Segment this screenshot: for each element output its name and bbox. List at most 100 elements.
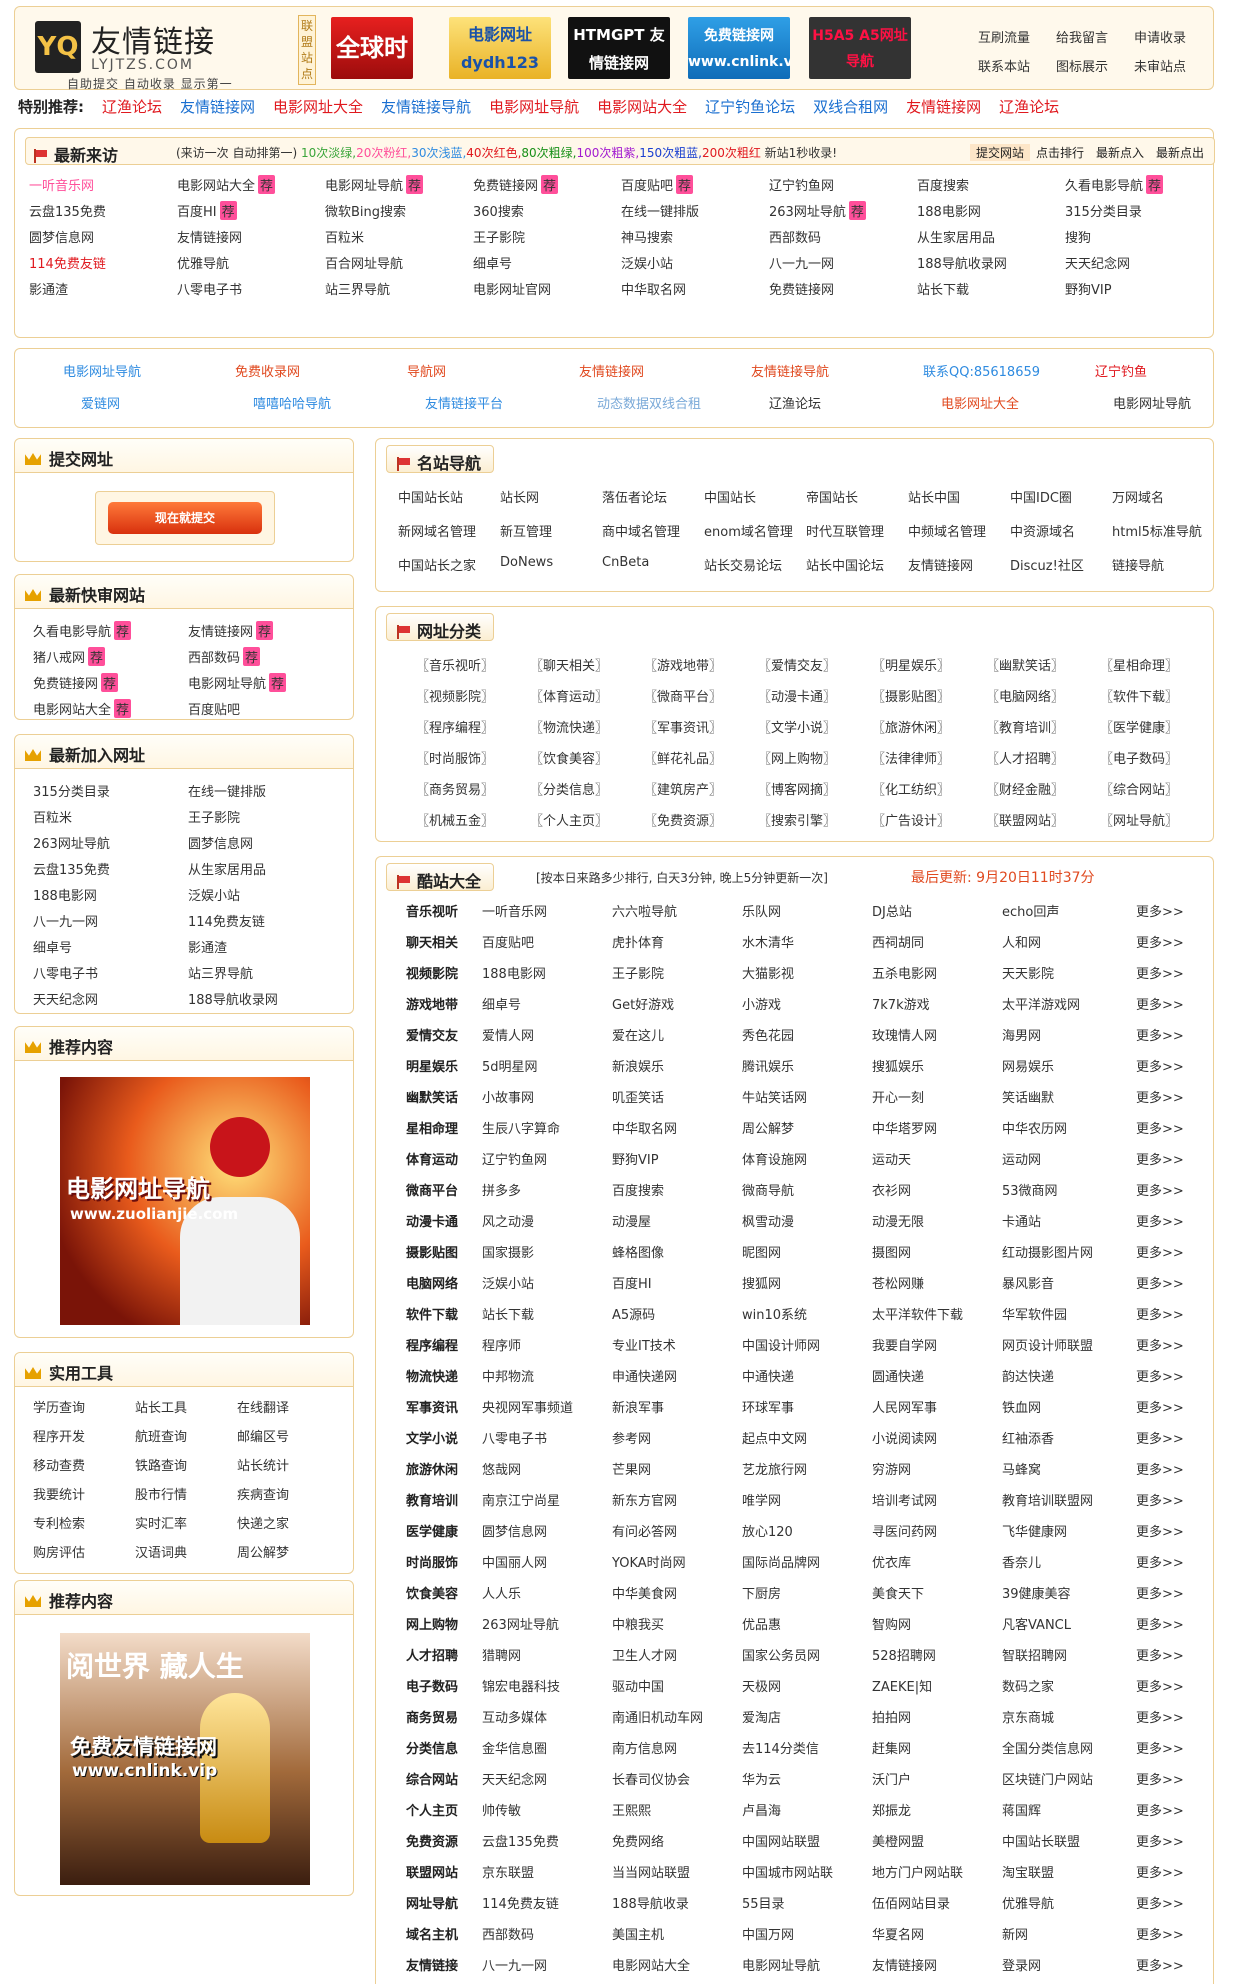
cool-site-link[interactable]: 人民网军事 [872, 1397, 937, 1416]
cool-site-link[interactable]: 中华农历网 [1002, 1118, 1067, 1137]
famous-site-link[interactable]: enom域名管理 [704, 521, 793, 540]
cool-site-link[interactable]: 京东联盟 [482, 1862, 534, 1881]
cool-category[interactable]: 视频影院 [406, 963, 458, 982]
cool-category[interactable]: 动漫卡通 [406, 1211, 458, 1230]
tool-link[interactable]: 周公解梦 [237, 1542, 289, 1561]
promo-link[interactable]: 辽渔论坛 [769, 393, 821, 412]
cool-site-link[interactable]: 红动摄影图片网 [1002, 1242, 1093, 1261]
site-link[interactable]: 神马搜索 [621, 227, 673, 246]
promo-link[interactable]: 免费收录网 [235, 361, 300, 380]
cool-category[interactable]: 物流快递 [406, 1366, 458, 1385]
category-link[interactable]: 〖摄影贴图〗 [872, 686, 950, 705]
promo-link[interactable]: 电影网址导航 [63, 361, 141, 380]
cool-site-link[interactable]: 枫雪动漫 [742, 1211, 794, 1230]
cool-category[interactable]: 人才招聘 [406, 1645, 458, 1664]
famous-site-link[interactable]: 链接导航 [1112, 555, 1164, 574]
tool-link[interactable]: 铁路查询 [135, 1455, 187, 1474]
cool-site-link[interactable]: 太平洋软件下载 [872, 1304, 963, 1323]
cool-site-link[interactable]: 528招聘网 [872, 1645, 936, 1664]
cool-site-link[interactable]: 牛站笑话网 [742, 1087, 807, 1106]
famous-site-link[interactable]: 商中域名管理 [602, 521, 680, 540]
promo-link[interactable]: 辽宁钓鱼 [1095, 361, 1147, 380]
cool-site-link[interactable]: 起点中文网 [742, 1428, 807, 1447]
more-link[interactable]: 更多>> [1136, 1676, 1184, 1695]
more-link[interactable]: 更多>> [1136, 1707, 1184, 1726]
recent-site-link[interactable]: 圆梦信息网 [188, 833, 253, 852]
category-link[interactable]: 〖搜索引擎〗 [758, 810, 836, 829]
cool-site-link[interactable]: 暴风影音 [1002, 1273, 1054, 1292]
cool-site-link[interactable]: 笑话幽默 [1002, 1087, 1054, 1106]
cool-category[interactable]: 软件下载 [406, 1304, 458, 1323]
cool-site-link[interactable]: 区块链门户网站 [1002, 1769, 1093, 1788]
cool-category[interactable]: 网上购物 [406, 1614, 458, 1633]
tool-link[interactable]: 购房评估 [33, 1542, 85, 1561]
cool-site-link[interactable]: 大猫影视 [742, 963, 794, 982]
cool-site-link[interactable]: 南通旧机动车网 [612, 1707, 703, 1726]
recent-site-link[interactable]: 从生家居用品 [188, 859, 266, 878]
recent-site-link[interactable]: 188电影网 [33, 885, 97, 904]
cool-site-link[interactable]: 优品惠 [742, 1614, 781, 1633]
fast-site-link[interactable]: 电影网址导航荐 [188, 673, 287, 692]
category-link[interactable]: 〖软件下载〗 [1100, 686, 1178, 705]
promo-link[interactable]: 友情链接网 [579, 361, 644, 380]
site-link[interactable]: 188电影网 [917, 201, 981, 220]
more-link[interactable]: 更多>> [1136, 1366, 1184, 1385]
site-link[interactable]: 百度搜索 [917, 175, 969, 194]
cool-site-link[interactable]: 中国城市网站联 [742, 1862, 833, 1881]
cool-site-link[interactable]: 中通快递 [742, 1366, 794, 1385]
cool-category[interactable]: 星相命理 [406, 1118, 458, 1137]
cool-site-link[interactable]: 风之动漫 [482, 1211, 534, 1230]
cool-category[interactable]: 域名主机 [406, 1924, 458, 1943]
cool-site-link[interactable]: 郑振龙 [872, 1800, 911, 1819]
cool-site-link[interactable]: 中国站长联盟 [1002, 1831, 1080, 1850]
recent-site-link[interactable]: 影通渣 [188, 937, 227, 956]
famous-site-link[interactable]: 万网域名 [1112, 487, 1164, 506]
category-link[interactable]: 〖游戏地带〗 [644, 655, 722, 674]
category-link[interactable]: 〖音乐视听〗 [416, 655, 494, 674]
cool-site-link[interactable]: 188导航收录 [612, 1893, 689, 1912]
cool-site-link[interactable]: 圆梦信息网 [482, 1521, 547, 1540]
category-link[interactable]: 〖网址导航〗 [1100, 810, 1178, 829]
cool-site-link[interactable]: 乐队网 [742, 901, 781, 920]
more-link[interactable]: 更多>> [1136, 1180, 1184, 1199]
famous-site-link[interactable]: CnBeta [602, 555, 649, 570]
famous-site-link[interactable]: 落伍者论坛 [602, 487, 667, 506]
tool-link[interactable]: 实时汇率 [135, 1513, 187, 1532]
cool-category[interactable]: 友情链接 [406, 1955, 458, 1974]
cool-site-link[interactable]: 程序师 [482, 1335, 521, 1354]
site-link[interactable]: 野狗VIP [1065, 279, 1112, 298]
cool-site-link[interactable]: 数码之家 [1002, 1676, 1054, 1695]
recent-site-link[interactable]: 百粒米 [33, 807, 72, 826]
cool-site-link[interactable]: 华军软件园 [1002, 1304, 1067, 1323]
site-link[interactable]: 细卓号 [473, 253, 512, 272]
special-link[interactable]: 友情链接网 [180, 98, 255, 116]
site-link[interactable]: 114免费友链 [29, 253, 106, 272]
cool-site-link[interactable]: 下厨房 [742, 1583, 781, 1602]
cool-category[interactable]: 商务贸易 [406, 1707, 458, 1726]
cool-category[interactable]: 电子数码 [406, 1676, 458, 1695]
site-link[interactable]: 西部数码 [769, 227, 821, 246]
category-link[interactable]: 〖电脑网络〗 [986, 686, 1064, 705]
site-link[interactable]: 微软Bing搜索 [325, 201, 406, 220]
cool-site-link[interactable]: 申通快递网 [612, 1366, 677, 1385]
special-link[interactable]: 辽宁钓鱼论坛 [705, 98, 795, 116]
tool-link[interactable]: 专利检索 [33, 1513, 85, 1532]
special-link[interactable]: 电影网址导航 [489, 98, 579, 116]
famous-site-link[interactable]: 中国站长站 [398, 487, 463, 506]
cool-site-link[interactable]: 锦宏电器科技 [482, 1676, 560, 1695]
category-link[interactable]: 〖爱情交友〗 [758, 655, 836, 674]
cool-site-link[interactable]: 天天纪念网 [482, 1769, 547, 1788]
cool-site-link[interactable]: 人人乐 [482, 1583, 521, 1602]
link-contact[interactable]: 联系本站 [965, 56, 1043, 75]
category-link[interactable]: 〖时尚服饰〗 [416, 748, 494, 767]
cool-site-link[interactable]: 友情链接网 [872, 1955, 937, 1974]
cool-site-link[interactable]: 海男网 [1002, 1025, 1041, 1044]
cool-site-link[interactable]: 衣衫网 [872, 1180, 911, 1199]
famous-site-link[interactable]: html5标准导航 [1112, 521, 1202, 540]
site-link[interactable]: 久看电影导航荐 [1065, 175, 1164, 194]
cool-site-link[interactable]: 互动多媒体 [482, 1707, 547, 1726]
link-unreviewed[interactable]: 未审站点 [1121, 56, 1199, 75]
category-link[interactable]: 〖法律律师〗 [872, 748, 950, 767]
cool-site-link[interactable]: 寻医问药网 [872, 1521, 937, 1540]
category-link[interactable]: 〖动漫卡通〗 [758, 686, 836, 705]
